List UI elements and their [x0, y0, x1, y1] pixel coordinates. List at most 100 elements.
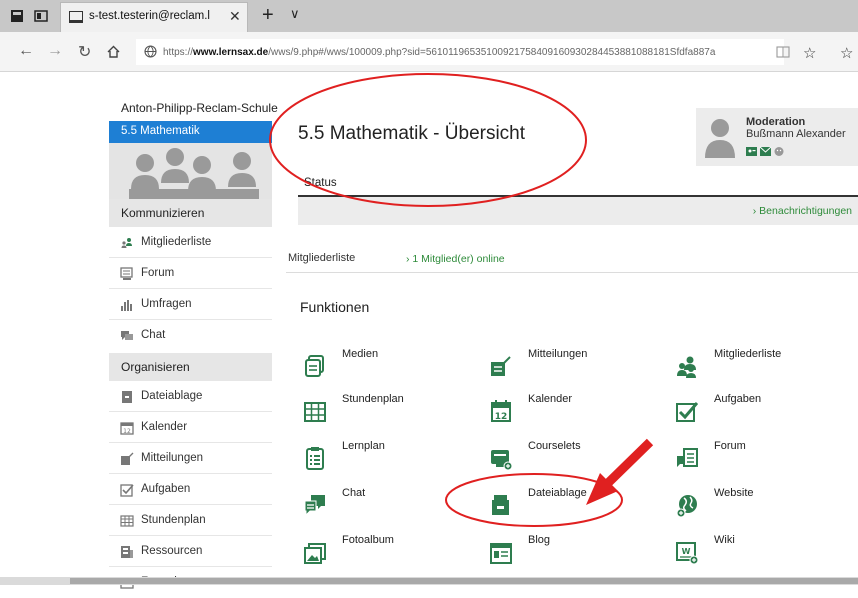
courselets-icon [491, 450, 512, 470]
svg-text:W: W [682, 547, 691, 556]
sidebar-item-ressourcen[interactable]: Ressourcen [109, 537, 272, 567]
browser-tab-active[interactable]: s-test.testerin@reclam.l ✕ [60, 2, 248, 32]
tab-status[interactable]: Status [298, 170, 342, 196]
scrollbar-thumb[interactable] [70, 578, 858, 584]
moderator-avatar-icon [705, 119, 735, 158]
favorites-list-icon[interactable]: ☆ [840, 44, 853, 62]
function-stundenplan[interactable]: Stundenplan [304, 393, 464, 429]
forum-icon [677, 448, 698, 467]
sidebar-item-forum[interactable]: Forum [109, 259, 272, 289]
tab-title: s-test.testerin@reclam.l [89, 10, 210, 22]
function-fotoalbum[interactable]: Fotoalbum [304, 534, 464, 570]
url-prefix: https:// [163, 47, 194, 58]
calendar-icon: 12 [491, 400, 511, 422]
poll-chart-icon [121, 300, 132, 311]
svg-text:12: 12 [123, 428, 131, 435]
sidebar-item-label: Umfragen [141, 298, 192, 310]
function-aufgaben[interactable]: Aufgaben [676, 393, 836, 429]
sidebar-item-label: Mitgliederliste [141, 236, 212, 248]
globe-icon [676, 495, 697, 517]
members-icon [121, 238, 132, 248]
group-people-icon [129, 148, 259, 199]
function-label: Wiki [714, 534, 735, 546]
chat-icon [304, 495, 325, 517]
function-label: Mitgliederliste [714, 348, 782, 360]
profile-card-icon[interactable] [746, 147, 757, 156]
url-host: www.lernsax.de [193, 47, 269, 58]
chat-icon [121, 331, 133, 340]
favorite-star-icon[interactable]: ☆ [803, 44, 816, 62]
messages-icon [491, 356, 511, 376]
status-smiley-icon[interactable] [774, 147, 784, 156]
refresh-icon[interactable]: ↻ [78, 42, 91, 62]
sidebar-active-group[interactable]: 5.5 Mathematik [109, 121, 272, 143]
tab-list-icon[interactable]: ∨ [290, 6, 300, 22]
function-mitgliederliste[interactable]: Mitgliederliste [676, 348, 836, 384]
notifications-link[interactable]: › Benachrichtigungen [753, 205, 852, 217]
calendar-icon: 12 [120, 422, 134, 435]
moderator-name[interactable]: Bußmann Alexander [746, 128, 846, 140]
home-icon[interactable] [106, 44, 121, 59]
photo-album-icon [304, 543, 326, 564]
member-status-row: Mitgliederliste › 1 Mitglied(er) online [286, 243, 858, 273]
sidebar-section-organize: Organisieren [109, 353, 272, 381]
back-icon[interactable]: ← [18, 42, 34, 60]
function-chat[interactable]: Chat [304, 487, 464, 523]
function-forum[interactable]: Forum [676, 440, 836, 476]
tasks-check-icon [120, 484, 134, 497]
sidebar-section-communicate: Kommunizieren [109, 199, 272, 227]
reading-view-icon[interactable] [776, 45, 790, 59]
wiki-icon: W [676, 542, 698, 564]
learning-plan-icon [306, 447, 324, 470]
sidebar-item-mitgliederliste[interactable]: Mitgliederliste [109, 228, 272, 258]
file-storage-icon [492, 495, 509, 515]
new-tab-button[interactable]: + [262, 4, 274, 27]
moderation-box: Moderation Bußmann Alexander [696, 108, 858, 166]
tab-actions-icon[interactable] [10, 9, 24, 23]
function-kalender[interactable]: 12 Kalender [490, 393, 650, 429]
function-label: Stundenplan [342, 393, 404, 405]
group-avatars [109, 143, 272, 203]
horizontal-scrollbar[interactable] [0, 577, 858, 585]
function-label: Medien [342, 348, 379, 360]
sidebar-item-stundenplan[interactable]: Stundenplan [109, 506, 272, 536]
function-courselets[interactable]: Courselets [490, 440, 650, 476]
function-label: Kalender [528, 393, 573, 405]
mail-icon[interactable] [759, 146, 772, 156]
browser-tab-bar: s-test.testerin@reclam.l ✕ + ∨ [0, 0, 858, 32]
school-name: Anton-Philipp-Reclam-Schule [121, 101, 278, 115]
function-label: Website [714, 487, 754, 499]
members-online-link[interactable]: › 1 Mitglied(er) online [406, 253, 505, 265]
function-dateiablage[interactable]: Dateiablage [490, 487, 650, 523]
address-bar-area: ← → ↻ https://www.lernsax.de/wws/9.php#/… [0, 32, 858, 72]
sidebar-item-dateiablage[interactable]: Dateiablage [109, 382, 272, 412]
messages-icon [121, 452, 134, 465]
sidebar-item-label: Aufgaben [141, 483, 191, 495]
function-website[interactable]: Website [676, 487, 836, 523]
sidebar-item-kalender[interactable]: 12 Kalender [109, 413, 272, 443]
sidebar-item-label: Dateiablage [141, 390, 203, 402]
function-label: Forum [714, 440, 746, 452]
function-lernplan[interactable]: Lernplan [304, 440, 464, 476]
function-wiki[interactable]: W Wiki [676, 534, 836, 570]
forward-icon[interactable]: → [47, 42, 63, 60]
tab-close-icon[interactable]: ✕ [229, 8, 241, 25]
moderator-actions [746, 144, 788, 162]
function-label: Fotoalbum [342, 534, 394, 546]
tab-preview-icon[interactable] [34, 9, 48, 23]
sidebar-item-umfragen[interactable]: Umfragen [109, 290, 272, 320]
function-medien[interactable]: Medien [304, 348, 464, 384]
notifications-bar: › Benachrichtigungen [298, 197, 858, 225]
sidebar-item-label: Forum [141, 267, 175, 279]
site-info-icon[interactable] [144, 45, 157, 58]
sidebar-item-aufgaben[interactable]: Aufgaben [109, 475, 272, 505]
function-mitteilungen[interactable]: Mitteilungen [490, 348, 650, 384]
member-label: Mitgliederliste [288, 252, 356, 264]
function-blog[interactable]: Blog [490, 534, 650, 570]
url-text[interactable]: https://www.lernsax.de/wws/9.php#/wws/10… [163, 47, 763, 58]
function-label: Lernplan [342, 440, 385, 452]
sidebar-item-mitteilungen[interactable]: Mitteilungen [109, 444, 272, 474]
sidebar-item-label: Mitteilungen [141, 452, 204, 464]
page-title: 5.5 Mathematik - Übersicht [298, 123, 526, 144]
sidebar-item-chat[interactable]: Chat [109, 321, 272, 351]
